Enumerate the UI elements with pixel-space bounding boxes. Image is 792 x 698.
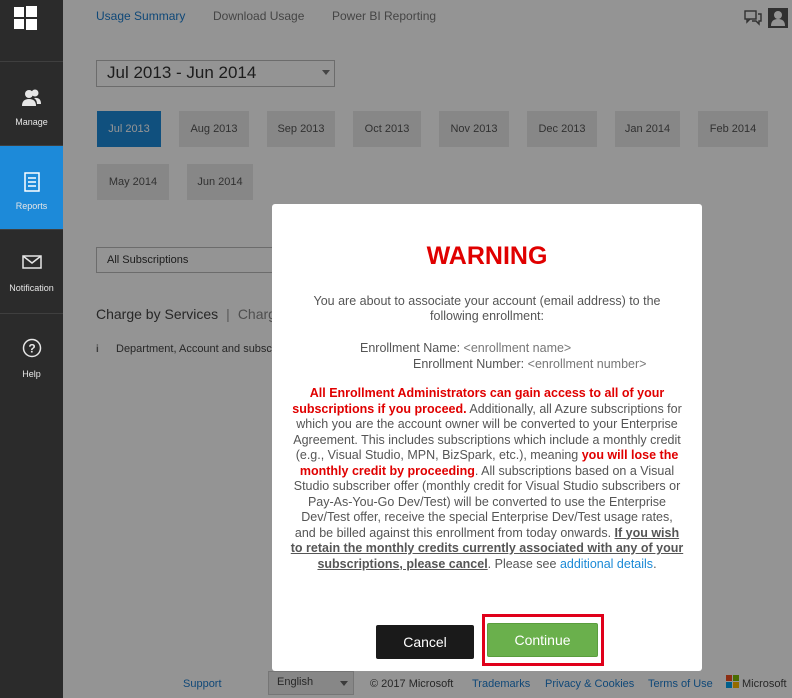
sidebar-item-label: Help [22,369,41,379]
dialog-body: All Enrollment Administrators can gain a… [290,386,684,572]
enrollment-name-label: Enrollment Name: [360,341,461,355]
dialog-intro: You are about to associate your account … [313,294,661,323]
cancel-button[interactable]: Cancel [376,625,474,659]
sidebar-item-label: Reports [15,201,48,211]
enrollment-name-row: Enrollment Name: <enrollment name> [360,341,571,355]
windows-logo-icon[interactable] [14,6,38,30]
additional-details-link[interactable]: additional details [560,557,653,571]
sidebar-item-notification[interactable]: Notification [0,230,63,314]
body-text: . [653,556,657,571]
dialog-title: WARNING [426,242,548,270]
sidebar-item-reports[interactable]: Reports [0,146,70,230]
warning-dialog: WARNING You are about to associate your … [272,204,702,671]
enrollment-name-value: <enrollment name> [463,341,572,355]
enrollment-number-row: Enrollment Number: <enrollment number> [413,357,646,371]
help-icon: ? [0,336,63,360]
continue-button[interactable]: Continue [487,623,598,657]
mail-icon [0,250,63,274]
sidebar-item-label: Notification [9,283,54,293]
enrollment-number-value: <enrollment number> [527,357,647,371]
sidebar-item-help[interactable]: ? Help [0,314,63,398]
body-text: . Please see [487,556,560,571]
sidebar: Manage Reports Notification ? Help [0,0,70,698]
report-icon [0,170,63,194]
enrollment-number-label: Enrollment Number: [413,357,525,371]
sidebar-item-manage[interactable]: Manage [0,62,63,146]
sidebar-item-label: Manage [15,117,48,127]
svg-text:?: ? [28,342,35,356]
people-icon [0,86,63,110]
